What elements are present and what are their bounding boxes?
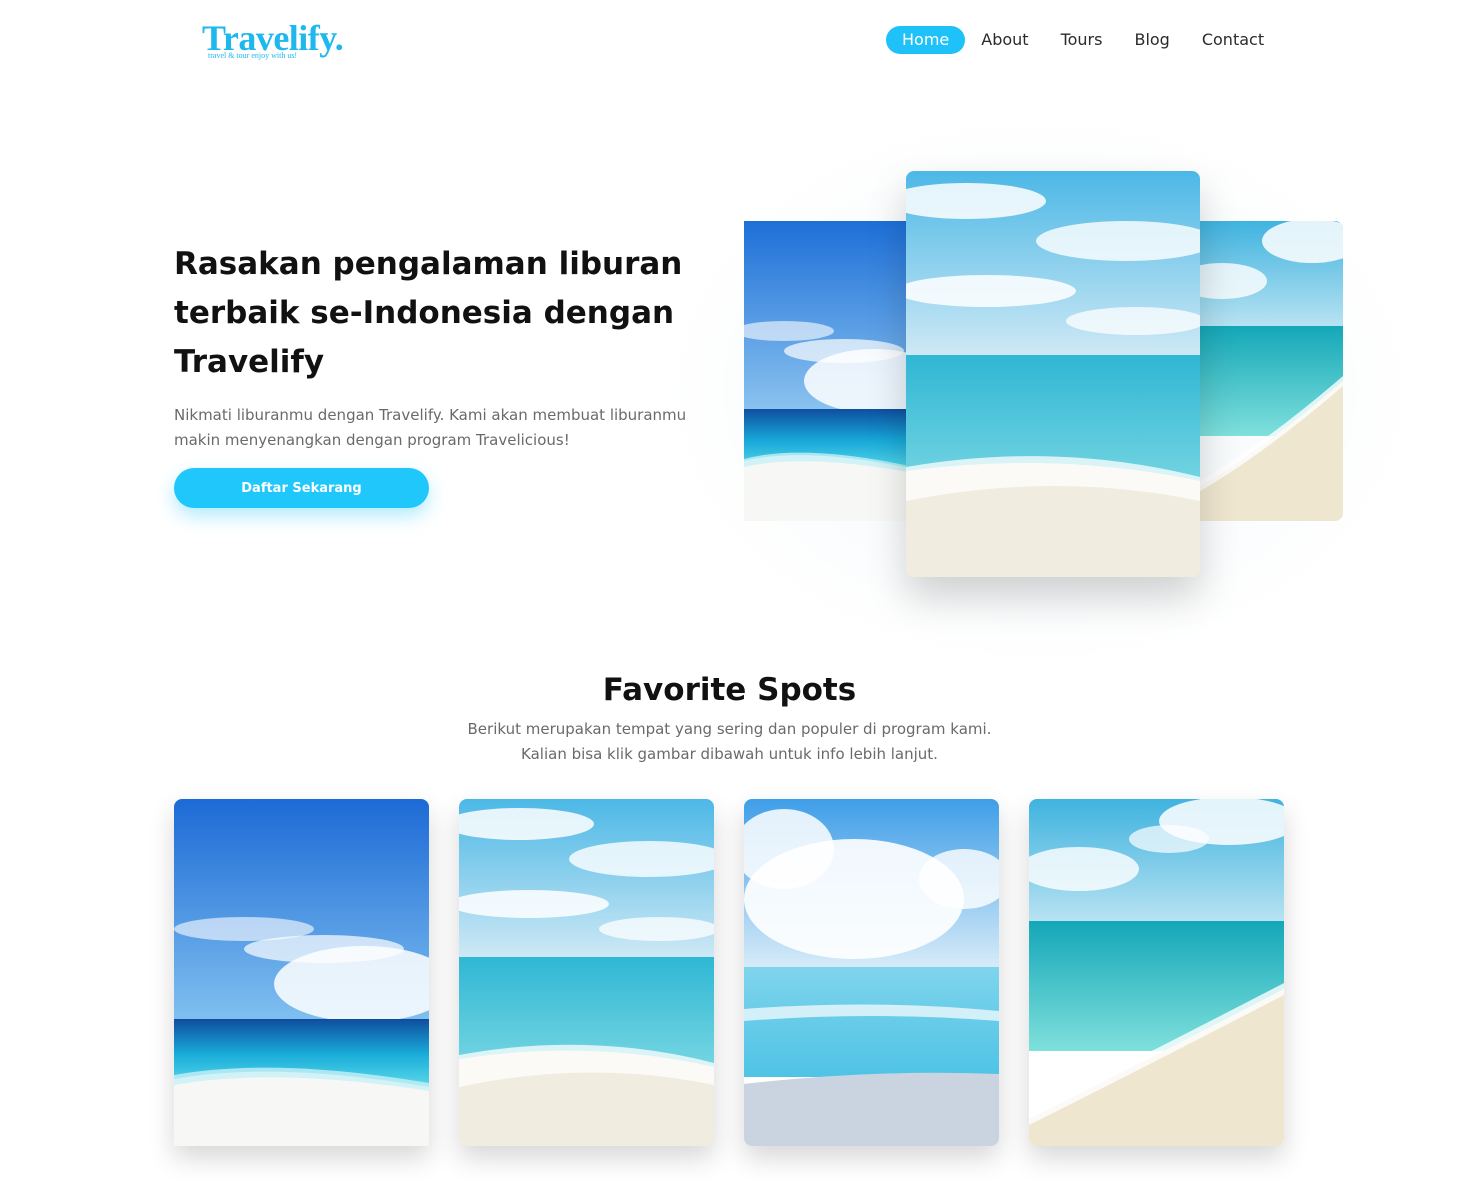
hero-subtitle: Nikmati liburanmu dengan Travelify. Kami… xyxy=(174,406,687,449)
nav-about-link[interactable]: About xyxy=(981,26,1028,54)
brand-logo[interactable]: Travelify. travel & tour enjoy with us! xyxy=(202,20,352,64)
hero-beach-image-center xyxy=(906,171,1200,577)
nav-contact-link[interactable]: Contact xyxy=(1202,26,1264,54)
spot-card-3[interactable] xyxy=(744,799,999,1146)
spot-card-4[interactable] xyxy=(1029,799,1284,1146)
nav-tours-link[interactable]: Tours xyxy=(1061,26,1103,54)
register-now-button[interactable]: Daftar Sekarang xyxy=(174,468,429,508)
nav-home-link[interactable]: Home xyxy=(886,26,966,54)
hero-title: Rasakan pengalaman liburan terbaik se-In… xyxy=(174,246,683,380)
hero-beach-image-left xyxy=(744,221,914,521)
favorite-spots-description: Berikut merupakan tempat yang sering dan… xyxy=(467,720,992,763)
nav-blog-link[interactable]: Blog xyxy=(1134,26,1169,54)
hero-beach-image-right xyxy=(1192,221,1343,521)
logo-tagline: travel & tour enjoy with us! xyxy=(208,51,298,60)
main-nav: Home About Tours Blog Contact xyxy=(886,26,1264,54)
spot-card-2[interactable] xyxy=(459,799,714,1146)
favorite-spots-title: Favorite Spots xyxy=(602,672,857,708)
spot-card-1[interactable] xyxy=(174,799,429,1146)
